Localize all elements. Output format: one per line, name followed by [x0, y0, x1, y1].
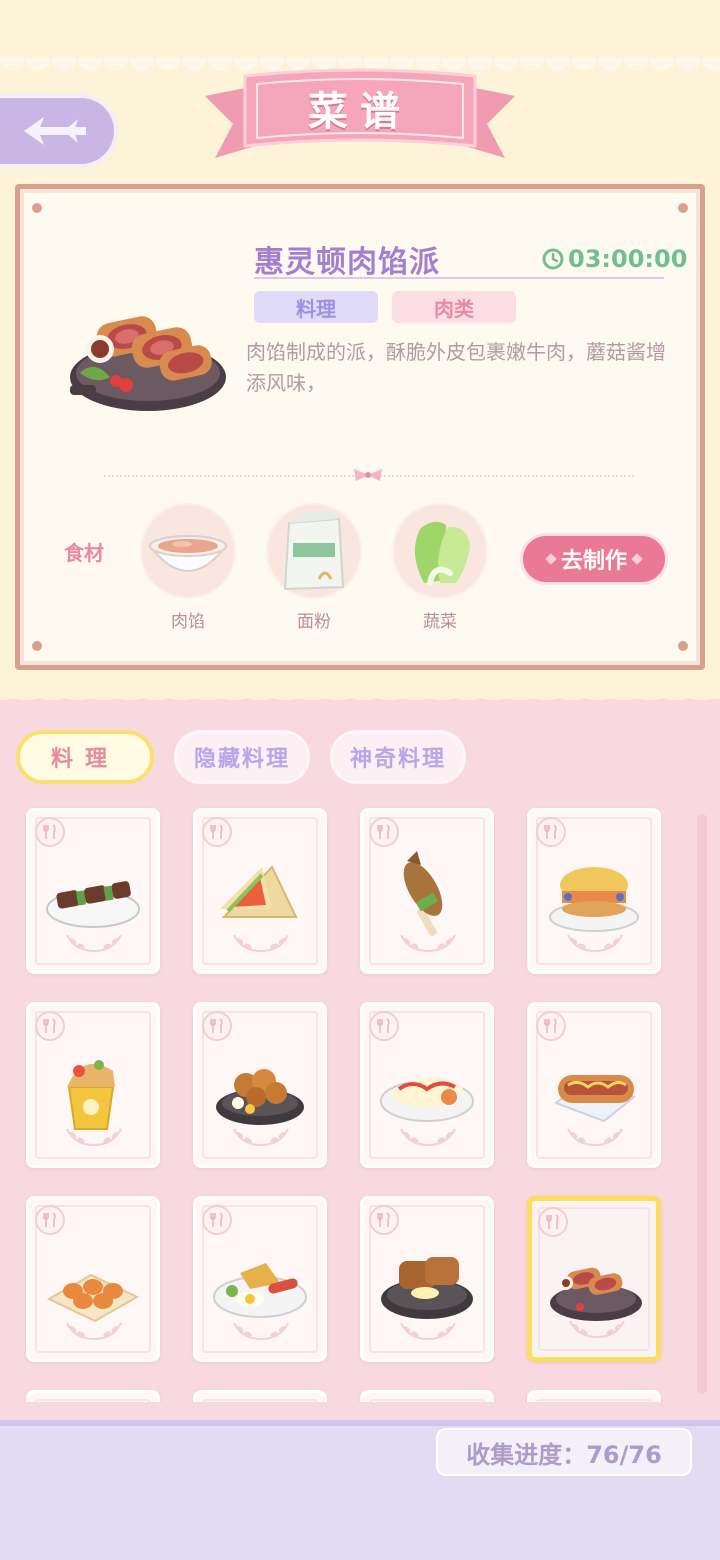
fried-chicken-icon	[216, 1069, 304, 1125]
recipe-card[interactable]	[193, 1002, 327, 1168]
fork-spoon-icon	[369, 817, 399, 847]
cabbage-icon	[414, 521, 470, 586]
recipe-detail-inner: 惠灵顿肉馅派 03:00:00 料理 肉类 肉馅制成的派，酥脆外皮包裹嫩牛肉，蘑…	[20, 189, 700, 665]
fork-spoon-icon	[35, 1205, 65, 1235]
flour-bag-icon	[283, 511, 345, 591]
fork-spoon-icon	[202, 1011, 232, 1041]
fork-spoon-icon	[35, 817, 65, 847]
type-tag: 料理	[254, 291, 378, 323]
fork-spoon-icon	[35, 1011, 65, 1041]
go-make-label: 去制作	[560, 549, 627, 574]
wellington-dish-image	[70, 316, 226, 411]
recipe-card[interactable]	[193, 1196, 327, 1362]
cutlet-icon	[381, 1257, 473, 1319]
wreath-icon	[567, 1128, 623, 1147]
recipe-card[interactable]	[193, 1390, 327, 1402]
ingredient-item[interactable]: 面粉	[264, 503, 364, 632]
fork-spoon-icon	[369, 1011, 399, 1041]
back-button[interactable]	[0, 94, 118, 168]
wreath-icon	[400, 1322, 456, 1341]
fork-spoon-icon	[202, 1205, 232, 1235]
ingredient-icon-frame	[392, 503, 488, 599]
diamond-icon	[631, 553, 643, 565]
recipe-card[interactable]	[26, 1002, 160, 1168]
recipe-card[interactable]	[360, 808, 494, 974]
corner-dot	[678, 641, 688, 651]
wrap-icon	[67, 1060, 115, 1130]
page-title: 菜谱	[308, 89, 412, 135]
clock-icon	[542, 248, 564, 270]
bow-icon	[354, 469, 382, 481]
grilled-fish-skewer-icon	[403, 851, 443, 936]
ingredient-icon-frame	[266, 503, 362, 599]
corner-dot	[678, 203, 688, 213]
tab-cuisine[interactable]: 料理	[16, 730, 154, 784]
recipe-card[interactable]	[26, 808, 160, 974]
collection-progress: 收集进度：76/76	[436, 1428, 692, 1476]
recipe-card-frame	[35, 1399, 151, 1402]
fork-spoon-icon	[536, 817, 566, 847]
recipe-card-frame	[536, 1399, 652, 1402]
omelette-icon	[380, 1077, 474, 1122]
ingredient-item[interactable]: 肉馅	[138, 503, 238, 632]
wreath-icon	[400, 1128, 456, 1147]
recipe-card[interactable]	[26, 1390, 160, 1402]
wreath-icon	[567, 934, 623, 953]
bacon-rolls-icon	[46, 1273, 140, 1323]
ingredient-item[interactable]: 蔬菜	[390, 503, 490, 632]
dish-description: 肉馅制成的派，酥脆外皮包裹嫩牛肉，蘑菇酱增添风味，	[246, 340, 666, 395]
minced-meat-bowl-icon	[147, 535, 229, 572]
recipe-card[interactable]	[360, 1390, 494, 1402]
category-tag: 肉类	[392, 291, 516, 323]
cook-timer: 03:00:00	[542, 245, 687, 273]
scallop-decoration	[0, 684, 720, 714]
wreath-icon	[569, 1320, 625, 1339]
recipe-grid[interactable]	[22, 806, 682, 1402]
recipe-card-frame	[202, 1399, 318, 1402]
recipe-card[interactable]	[360, 1196, 494, 1362]
wreath-icon	[233, 934, 289, 953]
kebab-skewers-icon	[46, 881, 140, 928]
dish-name: 惠灵顿肉馅派	[254, 245, 440, 280]
hotdog-icon	[553, 1075, 637, 1123]
fork-spoon-icon	[369, 1205, 399, 1235]
wreath-icon	[66, 934, 122, 953]
wreath-icon	[66, 1322, 122, 1341]
recipe-card[interactable]	[527, 1390, 661, 1402]
fork-spoon-icon	[202, 817, 232, 847]
go-make-button[interactable]: 去制作	[520, 533, 668, 585]
wreath-icon	[66, 1128, 122, 1147]
ingredient-name: 面粉	[297, 612, 331, 632]
dish-name-underline	[254, 277, 664, 279]
wreath-icon	[233, 1322, 289, 1341]
scrollbar[interactable]	[697, 814, 707, 1394]
corner-dot	[32, 203, 42, 213]
breakfast-plate-icon	[213, 1263, 307, 1318]
recipe-card[interactable]	[527, 1002, 661, 1168]
burger-icon	[549, 867, 639, 932]
recipe-card[interactable]	[26, 1196, 160, 1362]
ingredient-name: 蔬菜	[423, 612, 457, 632]
recipe-card-selected[interactable]	[527, 1196, 661, 1362]
fork-spoon-icon	[536, 1011, 566, 1041]
tab-hidden-cuisine[interactable]: 隐藏料理	[174, 730, 310, 784]
recipe-card[interactable]	[360, 1002, 494, 1168]
tab-magic-cuisine[interactable]: 神奇料理	[330, 730, 466, 784]
recipe-card[interactable]	[193, 808, 327, 974]
ingredients-label: 食材	[64, 541, 104, 565]
corner-dot	[32, 641, 42, 651]
recipe-detail-card: 惠灵顿肉馅派 03:00:00 料理 肉类 肉馅制成的派，酥脆外皮包裹嫩牛肉，蘑…	[15, 184, 705, 670]
wellington-icon	[550, 1267, 642, 1321]
ingredient-name: 肉馅	[171, 612, 205, 632]
back-arrow-icon	[24, 117, 86, 145]
diamond-icon	[545, 553, 557, 565]
fork-spoon-icon	[538, 1207, 568, 1237]
ingredient-icon-frame	[140, 503, 236, 599]
recipe-card[interactable]	[527, 808, 661, 974]
wreath-icon	[233, 1128, 289, 1147]
wreath-icon	[400, 934, 456, 953]
sandwich-icon	[220, 865, 298, 918]
timer-value: 03:00:00	[568, 245, 688, 273]
recipe-card-frame	[369, 1399, 485, 1402]
